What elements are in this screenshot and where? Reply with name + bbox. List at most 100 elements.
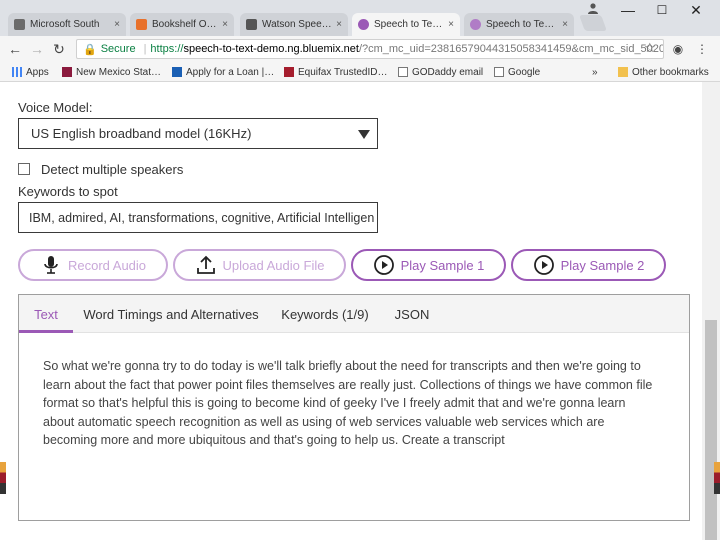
tab-close-icon[interactable]: ×	[448, 19, 454, 30]
browser-tab-active[interactable]: Speech to Text D ×	[352, 13, 460, 36]
address-separator: |	[143, 43, 147, 55]
voice-model-value: US English broadband model (16KHz)	[31, 126, 252, 141]
play-sample-2-label: Play Sample 2	[560, 257, 645, 273]
bookmarks-overflow-button[interactable]: »	[592, 65, 606, 79]
play-sample-1-label: Play Sample 1	[400, 257, 485, 273]
url-path: /?cm_mc_uid=23816579044315058341459&cm_m…	[358, 43, 664, 55]
browser-tab-5[interactable]: Speech to Text D ×	[464, 13, 574, 36]
browser-tab-label: Watson Speech	[262, 19, 333, 30]
results-panel: Text Word Timings and Alternatives Keywo…	[18, 294, 690, 521]
tab-favicon	[136, 19, 147, 30]
tab-json-label: JSON	[394, 306, 430, 322]
play-circle-icon	[533, 255, 554, 275]
reload-icon[interactable]: ↻	[50, 40, 68, 58]
minimize-icon[interactable]: —	[620, 2, 636, 18]
tab-word-timings[interactable]: Word Timings and Alternatives	[81, 295, 261, 333]
play-sample-2-button[interactable]: Play Sample 2	[511, 249, 666, 281]
bookmark-label: Apps	[26, 66, 49, 78]
bookmark-label: GODaddy email	[412, 66, 484, 78]
bookmarks-bar: Apps New Mexico State U Apply for a Loan…	[0, 62, 720, 82]
right-edge-decoration	[714, 462, 720, 494]
detect-speakers-label: Detect multiple speakers	[41, 162, 184, 177]
keywords-label: Keywords to spot	[18, 184, 118, 199]
page-content: Voice Model: US English broadband model …	[0, 82, 702, 540]
browser-window: Microsoft South × Bookshelf Onlin × Wats…	[0, 0, 720, 540]
close-window-icon[interactable]: ✕	[688, 2, 704, 18]
browser-tab-1[interactable]: Microsoft South ×	[8, 13, 126, 36]
tab-close-icon[interactable]: ×	[562, 19, 568, 30]
tab-favicon	[470, 19, 481, 30]
bookmark-item[interactable]: Apply for a Loan | Fir	[172, 65, 276, 79]
new-tab-button[interactable]	[579, 15, 607, 31]
page-icon	[398, 67, 408, 77]
browser-tab-2[interactable]: Bookshelf Onlin ×	[130, 13, 234, 36]
bookmark-label: Equifax TrustedID Pre	[298, 66, 390, 78]
bookmark-label: Google	[508, 66, 541, 78]
play-sample-1-button[interactable]: Play Sample 1	[351, 249, 506, 281]
url-scheme: https://	[150, 43, 184, 55]
tab-keywords[interactable]: Keywords (1/9)	[275, 295, 375, 333]
extension-icon[interactable]: ◉	[670, 41, 686, 57]
tab-close-icon[interactable]: ×	[336, 19, 342, 30]
bookmark-item[interactable]: Google	[494, 65, 544, 79]
browser-tab-label: Speech to Text D	[486, 19, 559, 30]
keywords-input[interactable]: IBM, admired, AI, transformations, cogni…	[18, 202, 378, 233]
url-text: https://speech-to-text-demo.ng.bluemix.n…	[150, 43, 664, 55]
menu-icon[interactable]: ⋮	[694, 41, 710, 57]
scrollbar-thumb[interactable]	[705, 320, 717, 540]
tab-favicon	[246, 19, 257, 30]
bookmark-apps[interactable]: Apps	[12, 65, 56, 79]
tab-text[interactable]: Text	[19, 295, 73, 333]
bookmark-label: New Mexico State U	[76, 66, 166, 78]
other-bookmarks-label: Other bookmarks	[632, 66, 709, 78]
play-circle-icon	[373, 255, 394, 275]
url-host: speech-to-text-demo.ng.bluemix.net	[183, 43, 359, 55]
browser-tab-label: Bookshelf Onlin	[152, 19, 219, 30]
transcript-text: So what we're gonna try to do today is w…	[43, 359, 653, 447]
record-audio-button[interactable]: Record Audio	[18, 249, 168, 281]
browser-toolbar: ← → ↻ 🔒 Secure | https://speech-to-text-…	[0, 36, 720, 62]
secure-label: Secure	[100, 43, 136, 55]
bookmark-favicon	[62, 67, 72, 77]
tab-strip: Microsoft South × Bookshelf Onlin × Wats…	[0, 0, 720, 36]
other-bookmarks[interactable]: Other bookmarks	[618, 65, 714, 79]
upload-audio-button[interactable]: Upload Audio File	[173, 249, 346, 281]
browser-tab-label: Microsoft South	[30, 19, 100, 30]
microphone-icon	[44, 256, 58, 274]
active-tab-indicator	[19, 330, 73, 333]
tab-close-icon[interactable]: ×	[222, 19, 228, 30]
browser-tab-label: Speech to Text D	[374, 19, 445, 30]
upload-icon	[196, 255, 215, 274]
tab-favicon	[14, 19, 25, 30]
bookmark-item[interactable]: GODaddy email	[398, 65, 488, 79]
tab-favicon	[358, 19, 369, 30]
results-tabs: Text Word Timings and Alternatives Keywo…	[19, 295, 689, 333]
back-arrow-icon[interactable]: ←	[6, 40, 24, 58]
voice-model-select[interactable]: US English broadband model (16KHz)	[18, 118, 378, 149]
record-audio-label: Record Audio	[67, 257, 147, 273]
bookmark-star-icon[interactable]: ☆	[644, 40, 656, 56]
tab-json[interactable]: JSON	[385, 295, 439, 333]
folder-icon	[618, 67, 628, 77]
tab-keywords-label: Keywords (1/9)	[281, 306, 369, 322]
apps-grid-icon	[12, 67, 22, 77]
address-bar[interactable]: 🔒 Secure | https://speech-to-text-demo.n…	[76, 39, 664, 59]
bookmark-item[interactable]: Equifax TrustedID Pre	[284, 65, 390, 79]
dropdown-caret-icon	[358, 130, 370, 139]
tab-word-timings-label: Word Timings and Alternatives	[83, 306, 259, 322]
upload-audio-label: Upload Audio File	[222, 257, 325, 273]
left-edge-decoration	[0, 462, 6, 494]
forward-arrow-icon[interactable]: →	[28, 40, 46, 58]
bookmark-item[interactable]: New Mexico State U	[62, 65, 166, 79]
bookmark-favicon	[172, 67, 182, 77]
browser-tab-3[interactable]: Watson Speech ×	[240, 13, 348, 36]
profile-icon[interactable]	[587, 2, 599, 14]
bookmark-label: Apply for a Loan | Fir	[186, 66, 276, 78]
page-icon	[494, 67, 504, 77]
detect-speakers-checkbox[interactable]	[18, 163, 30, 175]
bookmark-favicon	[284, 67, 294, 77]
voice-model-label: Voice Model:	[18, 100, 93, 115]
tab-close-icon[interactable]: ×	[114, 19, 120, 30]
maximize-icon[interactable]: ☐	[654, 2, 670, 18]
tab-text-label: Text	[34, 306, 58, 322]
